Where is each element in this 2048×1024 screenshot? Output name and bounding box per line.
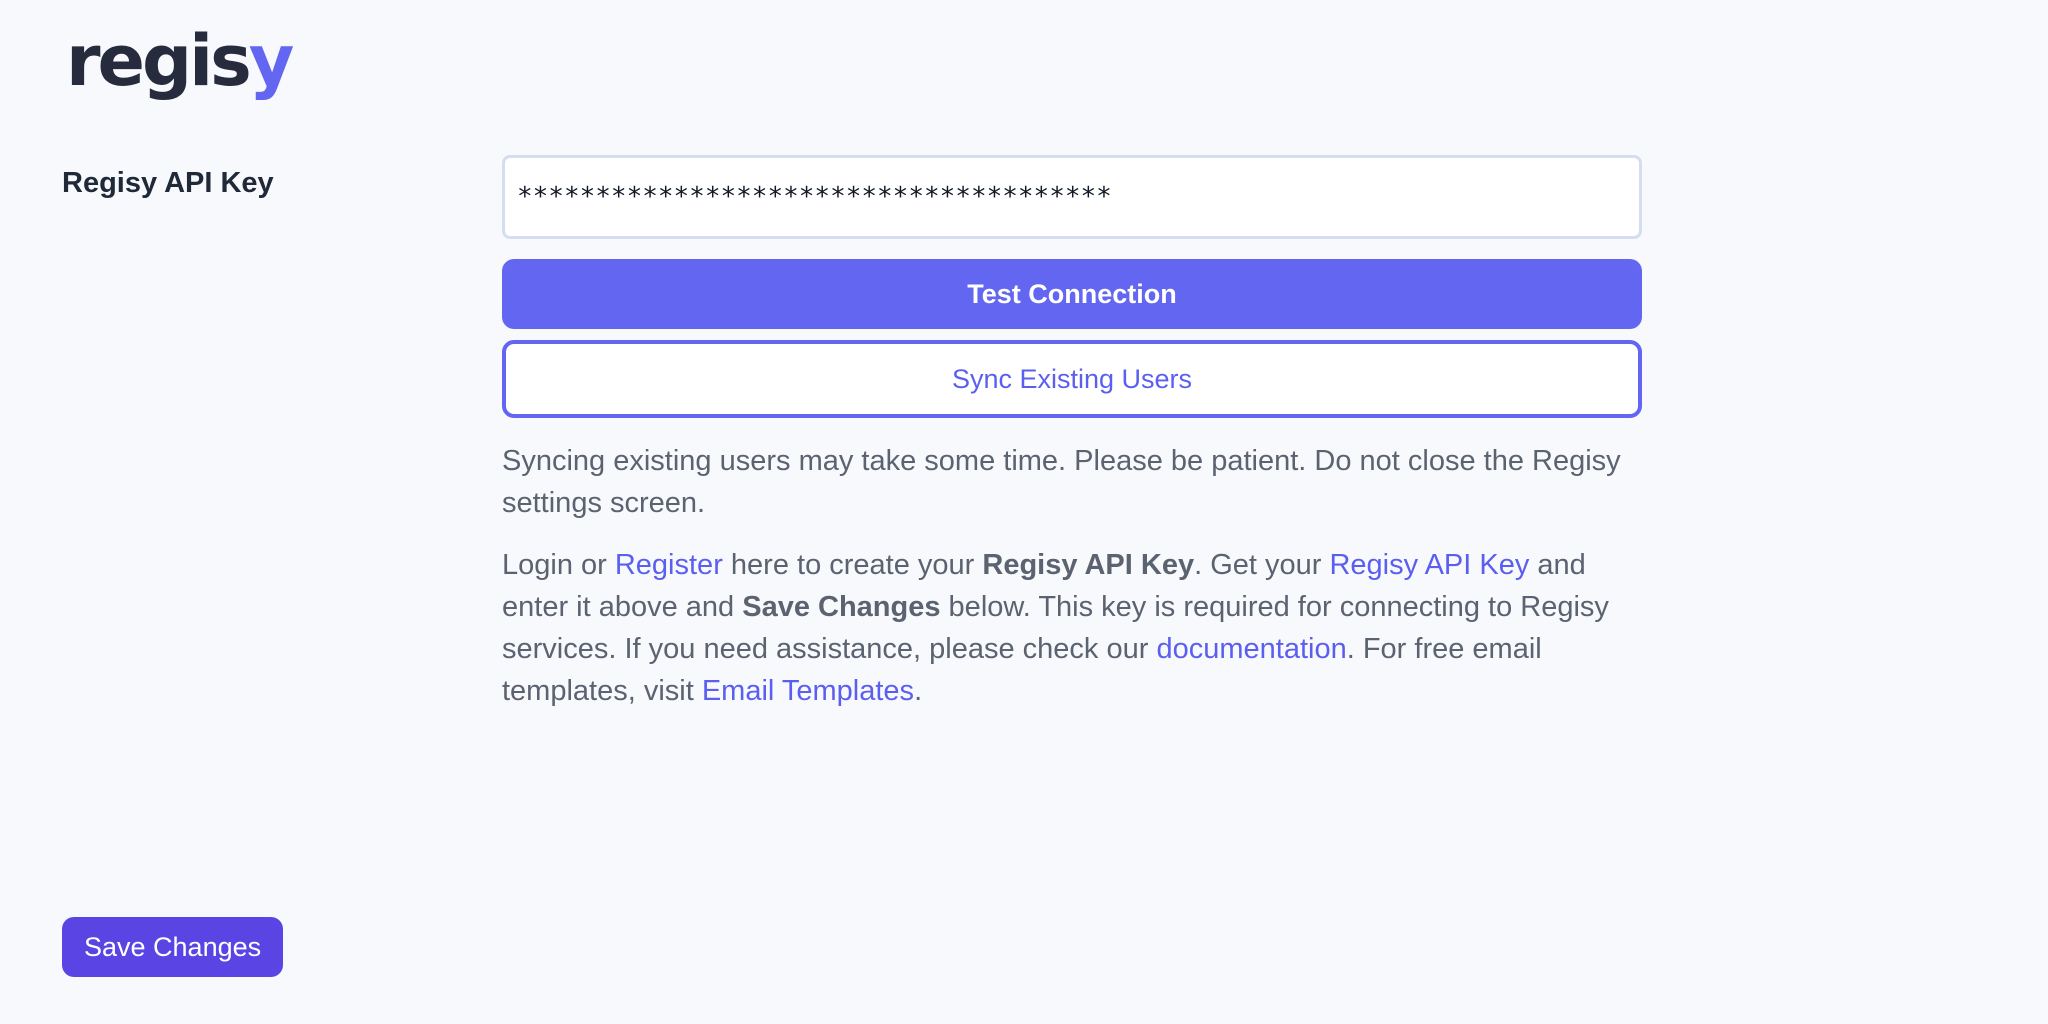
help-paragraph: Login or Register here to create your Re… <box>502 544 1642 712</box>
help-text-2: here to create your <box>722 549 983 581</box>
help-text-3: . Get your <box>1194 549 1330 581</box>
documentation-link[interactable]: documentation <box>1156 633 1346 665</box>
api-key-label: Regisy API Key <box>62 167 274 199</box>
api-key-bold: Regisy API Key <box>982 549 1195 581</box>
save-changes-bold: Save Changes <box>742 591 941 623</box>
settings-panel: Test Connection Sync Existing Users Sync… <box>502 155 1642 712</box>
api-key-link[interactable]: Regisy API Key <box>1329 549 1529 581</box>
help-text-7: . <box>914 675 923 707</box>
email-templates-link[interactable]: Email Templates <box>702 675 914 707</box>
sync-note: Syncing existing users may take some tim… <box>502 445 1621 519</box>
register-link[interactable]: Register <box>615 549 723 581</box>
regisy-logo: regisy <box>66 26 294 96</box>
sync-existing-users-button[interactable]: Sync Existing Users <box>502 340 1642 418</box>
test-connection-button[interactable]: Test Connection <box>502 259 1642 329</box>
logo-text: regis <box>66 20 252 102</box>
api-key-input[interactable] <box>502 155 1642 239</box>
help-text-1: Login or <box>502 549 615 581</box>
save-changes-button[interactable]: Save Changes <box>62 917 284 977</box>
logo-accent-letter: y <box>248 20 295 102</box>
